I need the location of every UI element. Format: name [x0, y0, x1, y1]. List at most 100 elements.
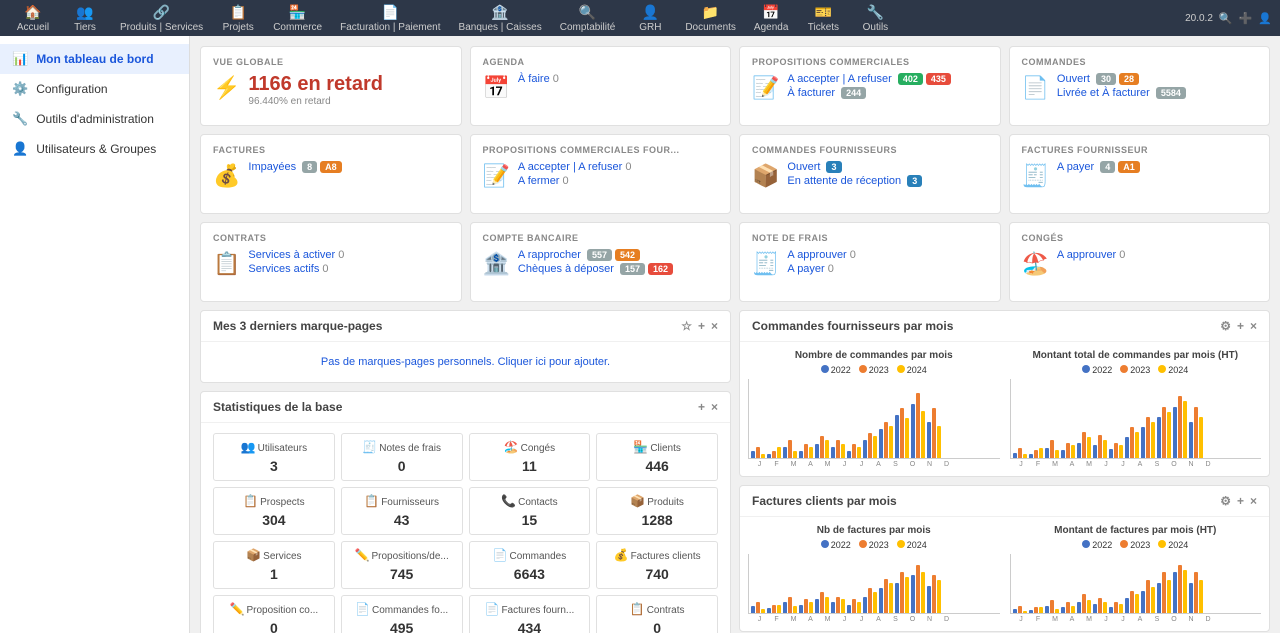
- card-vue-globale: VUE GLOBALE ⚡ 1166 en retard 96.440% en …: [200, 46, 462, 126]
- stat-cell[interactable]: 📋Contrats0: [596, 595, 718, 633]
- contrats-actifs-link[interactable]: Services actifs 0: [248, 263, 448, 275]
- star-icon[interactable]: ☆: [681, 319, 692, 333]
- add-nav-icon[interactable]: ➕: [1239, 12, 1253, 25]
- bar-group: [1029, 448, 1043, 458]
- card-commandes-title: COMMANDES: [1022, 57, 1258, 67]
- stat-cell[interactable]: ✏️Proposition co...0: [213, 595, 335, 633]
- stat-cell[interactable]: 👥Utilisateurs3: [213, 433, 335, 481]
- badge-542: 542: [615, 249, 640, 261]
- nav-right-area: 20.0.2 🔍 ➕ 👤: [1185, 12, 1272, 25]
- banque-cheques-link[interactable]: Chèques à déposer 157162: [518, 263, 718, 275]
- bar-group: [783, 440, 797, 458]
- chart-close-icon[interactable]: ×: [1250, 319, 1257, 333]
- sidebar-item-dashboard[interactable]: 📊 Mon tableau de bord: [0, 44, 189, 74]
- commandes-ouvert-link[interactable]: Ouvert 3028: [1057, 73, 1257, 85]
- sidebar-item-configuration[interactable]: ⚙️ Configuration: [0, 74, 189, 104]
- stat-cell[interactable]: 📦Produits1288: [596, 487, 718, 535]
- badge-402: 402: [898, 73, 923, 85]
- card-vue-globale-title: VUE GLOBALE: [213, 57, 449, 67]
- factures-plus-icon[interactable]: +: [1237, 494, 1244, 508]
- card-propositions: PROPOSITIONS COMMERCIALES 📝 A accepter |…: [739, 46, 1001, 126]
- nav-banques[interactable]: 🏦 Banques | Caisses: [451, 2, 550, 35]
- nav-comptabilite[interactable]: 🔍 Comptabilité: [552, 2, 624, 35]
- frais-approuver-link[interactable]: A approuver 0: [787, 249, 987, 261]
- stat-cell[interactable]: 🏪Clients446: [596, 433, 718, 481]
- nav-outils[interactable]: 🔧 Outils: [850, 2, 900, 35]
- bar-group: [879, 422, 893, 458]
- frais-payer-link[interactable]: A payer 0: [787, 263, 987, 275]
- stat-cell[interactable]: 📄Commandes fo...495: [341, 595, 463, 633]
- conges-icon: 🏖️: [1022, 251, 1049, 277]
- bar-group: [1013, 448, 1027, 458]
- chart-plus-icon[interactable]: +: [1237, 319, 1244, 333]
- nav-facturation[interactable]: 📄 Facturation | Paiement: [332, 2, 448, 35]
- stat-cell[interactable]: ✏️Propositions/de...745: [341, 541, 463, 589]
- cmd-four-attente-link[interactable]: En attente de réception 3: [787, 175, 987, 187]
- bar-group: [863, 433, 877, 458]
- stat-cell[interactable]: 🧾Notes de frais0: [341, 433, 463, 481]
- fact-four-payer-link[interactable]: A payer 4A1: [1057, 161, 1257, 173]
- bar: [852, 444, 856, 458]
- stat-cell[interactable]: 📋Fournisseurs43: [341, 487, 463, 535]
- card-commandes: COMMANDES 📄 Ouvert 3028 Livrée et À fact…: [1009, 46, 1271, 126]
- plus-icon[interactable]: +: [698, 319, 705, 333]
- nav-documents[interactable]: 📁 Documents: [677, 2, 744, 35]
- stat-cell[interactable]: 💰Factures clients740: [596, 541, 718, 589]
- commandes-livree-link[interactable]: Livrée et À facturer 5584: [1057, 87, 1257, 99]
- nav-agenda[interactable]: 📅 Agenda: [746, 2, 796, 35]
- bar: [820, 436, 824, 458]
- bar: [1178, 565, 1182, 613]
- commandes-info: Ouvert 3028 Livrée et À facturer 5584: [1057, 73, 1257, 101]
- bar: [1087, 437, 1091, 458]
- propositions-facturer-link[interactable]: À facturer 244: [787, 87, 987, 99]
- stat-cell[interactable]: 📄Commandes6643: [469, 541, 591, 589]
- bar: [783, 602, 787, 613]
- bar-group: [1029, 607, 1043, 613]
- bar: [1055, 609, 1059, 613]
- sidebar-item-users[interactable]: 👤 Utilisateurs & Groupes: [0, 134, 189, 164]
- nav-produits[interactable]: 🔗 Produits | Services: [112, 2, 211, 35]
- agenda-card-icon: 📅: [483, 75, 510, 101]
- nav-projets[interactable]: 📋 Projets: [213, 2, 263, 35]
- stat-cell[interactable]: 📦Services1: [213, 541, 335, 589]
- stat-cell[interactable]: 🏖️Congés11: [469, 433, 591, 481]
- prop-four-accepter-link[interactable]: A accepter | A refuser 0: [518, 161, 718, 173]
- close-icon[interactable]: ×: [711, 319, 718, 333]
- filter-icon[interactable]: ⚙: [1220, 319, 1231, 333]
- stat-cell[interactable]: 📋Prospects304: [213, 487, 335, 535]
- stat-cell[interactable]: 📄Factures fourn...434: [469, 595, 591, 633]
- search-nav-icon[interactable]: 🔍: [1219, 12, 1233, 25]
- vue-globale-num[interactable]: 1166 en retard: [248, 73, 448, 96]
- bar: [783, 447, 787, 458]
- nav-grh[interactable]: 👤 GRH: [625, 2, 675, 35]
- cmd-four-ouvert-link[interactable]: Ouvert 3: [787, 161, 987, 173]
- agenda-afaire-link[interactable]: À faire 0: [518, 73, 718, 85]
- nav-tickets[interactable]: 🎫 Tickets: [798, 2, 848, 35]
- card-agenda: AGENDA 📅 À faire 0: [470, 46, 732, 126]
- stats-plus-icon[interactable]: +: [698, 400, 705, 414]
- conges-approuver-link[interactable]: A approuver 0: [1057, 249, 1257, 261]
- factures-close-icon[interactable]: ×: [1250, 494, 1257, 508]
- banque-rapprocher-link[interactable]: A rapprocher 557542: [518, 249, 718, 261]
- factures-impayees-link[interactable]: Impayées 8A8: [248, 161, 448, 173]
- stat-cell[interactable]: 📞Contacts15: [469, 487, 591, 535]
- bar: [1029, 610, 1033, 613]
- bar: [905, 577, 909, 613]
- contrats-activer-link[interactable]: Services à activer 0: [248, 249, 448, 261]
- nav-tiers[interactable]: 👥 Tiers: [60, 2, 110, 35]
- prop-four-fermer-link[interactable]: A fermer 0: [518, 175, 718, 187]
- nav-accueil[interactable]: 🏠 Accueil: [8, 2, 58, 35]
- bar: [1018, 448, 1022, 458]
- vue-globale-sub: 96.440% en retard: [248, 96, 448, 107]
- stats-close-icon[interactable]: ×: [711, 400, 718, 414]
- bar: [857, 602, 861, 613]
- user-nav-icon[interactable]: 👤: [1258, 12, 1272, 25]
- factures-filter-icon[interactable]: ⚙: [1220, 494, 1231, 508]
- bookmark-add-link[interactable]: Pas de marques-pages personnels. Cliquer…: [321, 356, 610, 368]
- bar: [1087, 600, 1091, 613]
- sidebar-item-admin[interactable]: 🔧 Outils d'administration: [0, 104, 189, 134]
- nav-commerce[interactable]: 🏪 Commerce: [265, 2, 330, 35]
- propositions-accepter-link[interactable]: A accepter | A refuser 402435: [787, 73, 987, 85]
- card-factures-body: 💰 Impayées 8A8: [213, 161, 449, 189]
- bar-group: [1173, 565, 1187, 613]
